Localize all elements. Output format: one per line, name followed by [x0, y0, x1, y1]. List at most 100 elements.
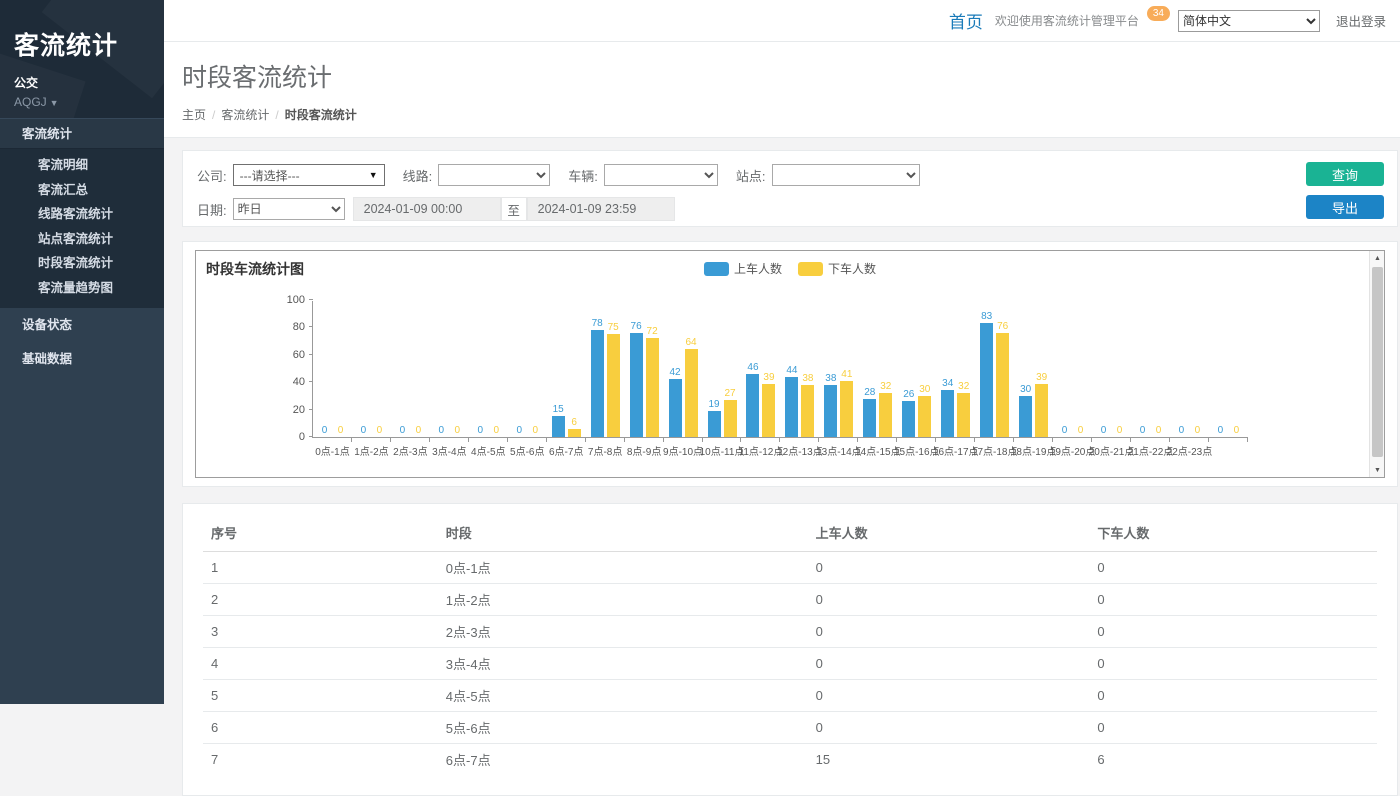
sidebar-user-dropdown[interactable]: AQGJ▼	[14, 95, 150, 109]
chart-category-19: 0019点-20点	[1053, 301, 1092, 437]
bar-value-label: 44	[786, 365, 797, 376]
logout-link[interactable]: 退出登录	[1336, 11, 1386, 30]
legend-item-0[interactable]: 上车人数	[704, 260, 782, 277]
chart-category-16: 343216点-17点	[936, 301, 975, 437]
sidebar-subitem-2[interactable]: 线路客流统计	[0, 202, 164, 227]
bar-value-label: 64	[685, 337, 696, 348]
company-select[interactable]: ---请选择--- ▼	[233, 164, 385, 186]
vehicle-select[interactable]	[604, 164, 718, 186]
bar-value-label: 32	[958, 381, 969, 392]
bar-value-label: 34	[942, 378, 953, 389]
bar: 46	[746, 374, 759, 437]
y-axis-tick-label: 60	[293, 349, 305, 361]
x-axis-label: 4点-5点	[471, 443, 505, 458]
chart-category-17: 837617点-18点	[975, 301, 1014, 437]
bar-value-label: 0	[338, 425, 344, 436]
table-cell: 3点-4点	[438, 648, 808, 680]
breadcrumb-link-1[interactable]: 客流统计	[221, 108, 269, 122]
table-row: 10点-1点00	[203, 552, 1377, 584]
y-axis-tick-label: 80	[293, 321, 305, 333]
chart-category-15: 263015点-16点	[897, 301, 936, 437]
x-axis-label: 9点-10点	[663, 443, 703, 458]
export-button[interactable]: 导出	[1306, 195, 1384, 219]
bar-value-label: 42	[669, 367, 680, 378]
sidebar-subitem-0[interactable]: 客流明细	[0, 153, 164, 178]
table-cell: 6	[1089, 744, 1377, 776]
y-axis-tick-label: 20	[293, 404, 305, 416]
chart-category-12: 443812点-13点	[780, 301, 819, 437]
chart-category-7: 78757点-8点	[586, 301, 625, 437]
bar: 64	[685, 349, 698, 437]
bar-value-label: 39	[763, 372, 774, 383]
bar: 83	[980, 323, 993, 437]
table-cell: 4点-5点	[438, 680, 808, 712]
date-label: 日期:	[197, 200, 227, 219]
notification-badge[interactable]: 34	[1147, 6, 1170, 21]
table-cell: 0	[808, 552, 1090, 584]
sidebar-org-label: 公交	[14, 74, 150, 91]
bar-value-label: 0	[322, 425, 328, 436]
bar-value-label: 0	[377, 425, 383, 436]
chart-category-0: 000点-1点	[313, 301, 352, 437]
bar-value-label: 0	[361, 425, 367, 436]
home-link[interactable]: 首页	[949, 8, 983, 33]
bar-value-label: 0	[1179, 425, 1185, 436]
bar: 76	[630, 333, 643, 437]
scrollbar-thumb[interactable]	[1372, 267, 1383, 457]
table-cell: 4	[203, 648, 438, 680]
line-select[interactable]	[438, 164, 550, 186]
sidebar-subitem-3[interactable]: 站点客流统计	[0, 227, 164, 252]
chart-category-22: 0022点-23点	[1170, 301, 1209, 437]
app-logo-title: 客流统计	[14, 26, 150, 62]
bar-value-label: 0	[1117, 425, 1123, 436]
table-row: 21点-2点00	[203, 584, 1377, 616]
chart-category-9: 42649点-10点	[664, 301, 703, 437]
y-axis-tick-label: 100	[287, 294, 305, 306]
breadcrumb-link-0[interactable]: 主页	[182, 108, 206, 122]
search-button[interactable]: 查询	[1306, 162, 1384, 186]
sidebar-item-0[interactable]: 设备状态	[0, 308, 164, 342]
table-row: 76点-7点156	[203, 744, 1377, 776]
station-select[interactable]	[772, 164, 920, 186]
topbar: 首页 欢迎使用客流统计管理平台 34 简体中文 退出登录	[164, 0, 1400, 42]
bar: 41	[840, 381, 853, 437]
bar: 34	[941, 390, 954, 437]
table-cell: 0	[1089, 616, 1377, 648]
sidebar-subitem-4[interactable]: 时段客流统计	[0, 251, 164, 276]
bar: 42	[669, 379, 682, 437]
bar-value-label: 0	[1234, 425, 1240, 436]
bar-value-label: 30	[919, 384, 930, 395]
x-axis-label: 7点-8点	[588, 443, 622, 458]
date-end-input[interactable]	[527, 197, 675, 221]
bar: 32	[957, 393, 970, 437]
scroll-up-icon[interactable]: ▲	[1370, 251, 1385, 265]
bar-value-label: 26	[903, 389, 914, 400]
breadcrumb-separator: /	[275, 108, 278, 122]
sidebar-item-passenger-stats[interactable]: 客流统计	[0, 118, 164, 149]
bar-value-label: 30	[1020, 384, 1031, 395]
chevron-down-icon: ▼	[50, 98, 59, 108]
table-cell: 0	[1089, 680, 1377, 712]
sidebar-subitem-5[interactable]: 客流量趋势图	[0, 276, 164, 301]
table-cell: 6	[203, 712, 438, 744]
scroll-down-icon[interactable]: ▼	[1370, 463, 1385, 477]
chart-scrollbar[interactable]: ▲ ▼	[1369, 251, 1384, 477]
table-cell: 15	[808, 744, 1090, 776]
company-select-value: ---请选择---	[240, 167, 300, 184]
chart-category-6: 1566点-7点	[547, 301, 586, 437]
chart-category-8: 76728点-9点	[625, 301, 664, 437]
table-cell: 2点-3点	[438, 616, 808, 648]
bar: 75	[607, 334, 620, 437]
legend-item-1[interactable]: 下车人数	[798, 260, 876, 277]
bar-value-label: 0	[494, 425, 500, 436]
sidebar-subitem-1[interactable]: 客流汇总	[0, 178, 164, 203]
table-cell: 3	[203, 616, 438, 648]
date-start-input[interactable]	[353, 197, 501, 221]
language-select[interactable]: 简体中文	[1178, 10, 1320, 32]
bar: 19	[708, 411, 721, 437]
data-table: 序号时段上车人数下车人数 10点-1点0021点-2点0032点-3点0043点…	[203, 514, 1377, 775]
sidebar: 客流统计 公交 AQGJ▼ 客流统计 客流明细客流汇总线路客流统计站点客流统计时…	[0, 0, 164, 704]
date-preset-select[interactable]: 昨日	[233, 198, 345, 220]
sidebar-item-1[interactable]: 基础数据	[0, 342, 164, 376]
bar-value-label: 38	[825, 373, 836, 384]
